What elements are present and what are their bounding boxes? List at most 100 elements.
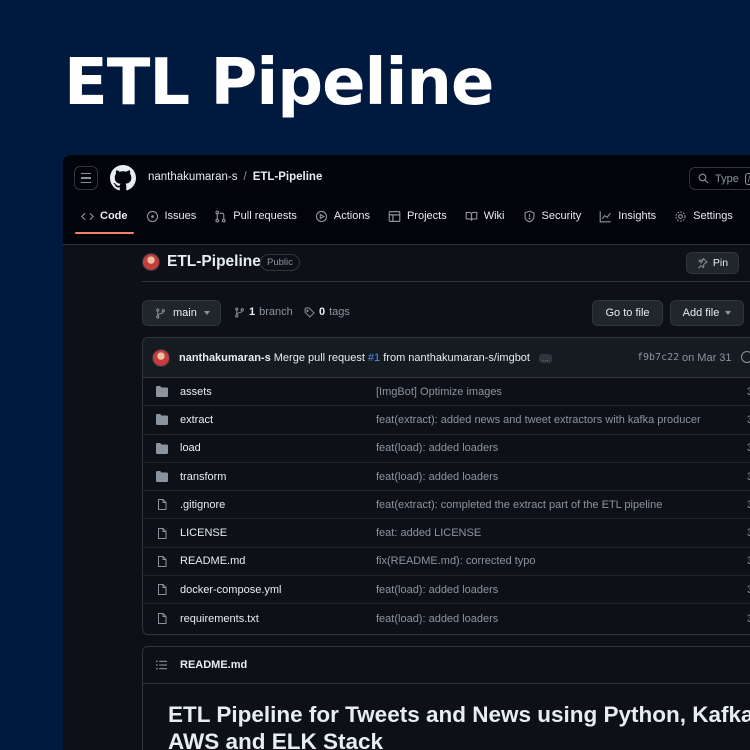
commit-date: on Mar 31 — [682, 352, 732, 364]
pr-link[interactable]: #1 — [368, 352, 380, 364]
tab-issues[interactable]: Issues — [140, 201, 209, 231]
book-icon — [465, 211, 478, 221]
tab-security[interactable]: Security — [517, 201, 594, 231]
breadcrumb-repo[interactable]: ETL-Pipeline — [253, 171, 323, 183]
file-commit-message[interactable]: fix(README.md): corrected typo — [376, 555, 536, 567]
play-icon — [315, 210, 327, 222]
breadcrumb-owner[interactable]: nanthakumaran-s — [148, 171, 238, 183]
tag-count-link[interactable]: 0 tags — [304, 306, 350, 318]
visibility-badge: Public — [260, 254, 300, 271]
file-row[interactable]: LICENSEfeat: added LICENSE3 — [143, 519, 750, 548]
file-name[interactable]: README.md — [180, 555, 245, 567]
file-row[interactable]: requirements.txt feat(load): added loader… — [143, 604, 750, 632]
readme-panel: README.md ETL Pipeline for Tweets and Ne… — [142, 646, 750, 750]
tab-label: Settings — [693, 210, 733, 222]
search-placeholder: Type — [715, 172, 739, 185]
file-row[interactable]: .gitignore feat(extract): completed the e… — [143, 491, 750, 520]
file-commit-message[interactable]: feat(extract): added news and tweet extr… — [376, 414, 701, 426]
file-row[interactable]: extract feat(extract): added news and twe… — [143, 406, 750, 435]
file-name[interactable]: assets — [180, 386, 212, 398]
chevron-down-icon — [203, 311, 210, 315]
branch-icon — [156, 307, 165, 319]
commit-message-post[interactable]: from nanthakumaran-s/imgbot — [383, 352, 530, 364]
pin-icon — [697, 257, 708, 269]
file-icon — [158, 499, 167, 511]
file-commit-message[interactable]: [ImgBot] Optimize images — [376, 386, 502, 398]
file-commit-message[interactable]: feat(load): added loaders — [376, 442, 498, 454]
go-to-file-label: Go to file — [605, 307, 650, 319]
tab-actions[interactable]: Actions — [309, 201, 382, 231]
commit-author[interactable]: nanthakumaran-s — [179, 352, 271, 364]
chevron-down-icon — [725, 311, 732, 315]
file-commit-message[interactable]: feat(load): added loaders — [376, 613, 498, 625]
pull-request-icon — [215, 210, 226, 222]
branch-count-link[interactable]: 1 branch — [234, 306, 293, 318]
add-file-button[interactable]: Add file — [670, 300, 744, 326]
file-row[interactable]: assets[ImgBot] Optimize images3 — [143, 378, 750, 407]
file-commit-message[interactable]: feat(extract): completed the extract par… — [376, 499, 662, 511]
menu-button[interactable] — [74, 166, 98, 190]
file-commit-message[interactable]: feat(load): added loaders — [376, 584, 498, 596]
tag-icon — [304, 307, 315, 318]
file-row[interactable]: transformfeat(load): added loaders3 — [143, 463, 750, 492]
commit-message: nanthakumaran-s Merge pull request #1 fr… — [179, 352, 552, 364]
file-commit-message[interactable]: feat(load): added loaders — [376, 471, 498, 483]
file-name[interactable]: docker-compose.yml — [180, 584, 281, 596]
folder-icon — [156, 442, 168, 454]
expand-commit-button[interactable]: ... — [539, 353, 552, 363]
avatar[interactable] — [152, 349, 170, 367]
tab-code[interactable]: Code — [75, 201, 140, 234]
issue-icon — [146, 210, 158, 222]
file-name[interactable]: requirements.txt — [180, 613, 259, 625]
branch-select[interactable]: main — [142, 300, 221, 326]
tab-pull-requests[interactable]: Pull requests — [208, 201, 309, 231]
github-logo-icon[interactable] — [110, 165, 136, 191]
tab-settings[interactable]: Settings — [668, 201, 745, 231]
github-window: nanthakumaran-s / ETL-Pipeline Type / Co… — [63, 155, 750, 750]
tab-wiki[interactable]: Wiki — [459, 201, 517, 231]
tab-label: Projects — [406, 210, 447, 222]
go-to-file-button[interactable]: Go to file — [592, 300, 663, 326]
latest-commit: nanthakumaran-s Merge pull request #1 fr… — [143, 338, 750, 378]
file-name[interactable]: .gitignore — [180, 499, 225, 511]
file-row[interactable]: docker-compose.yml feat(load): added load… — [143, 576, 750, 605]
folder-icon — [156, 471, 168, 483]
file-icon — [158, 613, 167, 625]
branch-count-label: branch — [259, 306, 293, 318]
tab-label: Code — [100, 210, 128, 222]
shield-icon — [523, 210, 535, 222]
tab-insights[interactable]: Insights — [593, 201, 668, 231]
readme-header: README.md — [143, 647, 750, 684]
tab-label: Wiki — [483, 210, 505, 222]
file-commit-message[interactable]: feat: added LICENSE — [376, 527, 481, 539]
file-name[interactable]: extract — [180, 414, 213, 426]
tab-projects[interactable]: Projects — [382, 201, 459, 231]
list-icon[interactable] — [156, 660, 167, 670]
readme-heading: ETL Pipeline for Tweets and News using P… — [168, 702, 750, 750]
readme-title[interactable]: README.md — [180, 659, 247, 671]
breadcrumb-separator: / — [243, 171, 247, 183]
pin-label: Pin — [712, 257, 729, 269]
file-icon — [158, 527, 167, 539]
branch-name: main — [173, 307, 197, 319]
search-shortcut: / — [744, 172, 750, 185]
file-name[interactable]: load — [180, 442, 201, 454]
add-file-label: Add file — [682, 307, 720, 319]
search-input[interactable]: Type / — [689, 167, 750, 190]
tab-label: Actions — [333, 210, 370, 222]
breadcrumb: nanthakumaran-s / ETL-Pipeline — [148, 171, 322, 183]
history-icon[interactable] — [741, 351, 750, 363]
commit-message-pre[interactable]: Merge pull request — [274, 352, 365, 364]
branch-icon — [235, 306, 244, 318]
repo-title[interactable]: ETL-Pipeline — [167, 253, 261, 271]
hero-title: ETL Pipeline — [64, 46, 494, 120]
avatar[interactable] — [142, 253, 160, 271]
commit-sha[interactable]: f9b7c22 — [637, 352, 679, 363]
file-name[interactable]: transform — [180, 471, 226, 483]
folder-icon — [156, 386, 168, 398]
file-name[interactable]: LICENSE — [180, 527, 227, 539]
file-toolbar: main 1 branch 0 tags Go to file Add file — [142, 300, 750, 326]
file-row[interactable]: README.mdfix(README.md): corrected typo3 — [143, 548, 750, 577]
file-row[interactable]: loadfeat(load): added loaders3 — [143, 435, 750, 463]
pin-button[interactable]: Pin — [686, 252, 739, 274]
